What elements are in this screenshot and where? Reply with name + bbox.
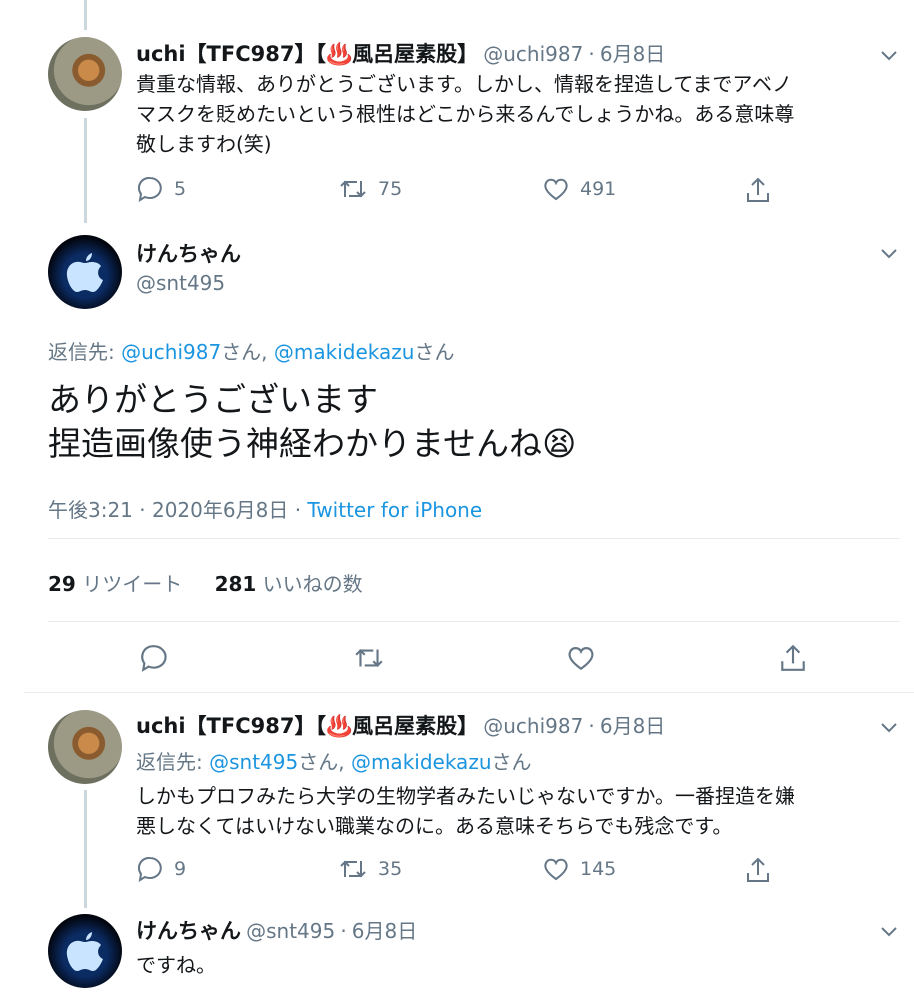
main-reply-user1-link[interactable]: @uchi987	[121, 340, 221, 364]
divider-main-bottom	[24, 692, 914, 693]
tweet3-separator: ·	[588, 714, 595, 738]
tweet1-header: uchi【TFC987】【♨️風呂屋素股】 @uchi987 · 6月8日	[136, 38, 665, 68]
tweet4-date[interactable]: 6月8日	[352, 919, 417, 943]
tweet3-reply-prefix: 返信先:	[136, 750, 203, 774]
tweet3-header: uchi【TFC987】【♨️風呂屋素股】 @uchi987 · 6月8日	[136, 710, 665, 740]
tweet3-reply-count: 9	[174, 858, 187, 880]
tweet3-reply-to: 返信先: @snt495さん, @makidekazuさん	[136, 746, 532, 775]
tweet3-text-line2: 悪しなくてはいけない職業なのに。ある意味そちらでも残念です。	[136, 814, 733, 838]
reply-icon	[138, 176, 162, 202]
main-reply-prefix: 返信先:	[48, 340, 115, 364]
avatar-kenchan-2[interactable]	[48, 914, 122, 988]
tweet3-retweet-count: 35	[378, 858, 403, 880]
tweet3-reply-san1: さん,	[298, 750, 345, 774]
tweet3-reply-user2-link[interactable]: @makidekazu	[351, 750, 492, 774]
main-text-line2: 捏造画像使う神経わかりませんね	[48, 424, 543, 463]
heart-icon	[544, 858, 568, 881]
tweet1-display-name[interactable]: uchi【TFC987】【♨️風呂屋素股】	[136, 42, 478, 66]
tweet1-handle[interactable]: @uchi987	[483, 42, 583, 66]
tweet1-chevron-down-icon[interactable]	[876, 42, 902, 68]
divider-stats	[48, 621, 900, 622]
reply-icon	[138, 856, 162, 882]
tweet1-text: 貴重な情報、ありがとうございます。しかし、情報を捏造してまでアベノ マスクを貶め…	[136, 69, 896, 159]
tweet3-text: しかもプロフみたら大学の生物学者みたいじゃないですか。一番捏造を嫌 悪しなくては…	[136, 781, 896, 841]
main-retweet-icon[interactable]	[353, 643, 385, 673]
main-meta: 午後3:21 · 2020年6月8日 · Twitter for iPhone	[48, 494, 482, 523]
main-retweet-stat[interactable]: 29 リツイート	[48, 572, 182, 596]
apple-logo-icon	[66, 932, 103, 971]
tweet1-date[interactable]: 6月8日	[600, 42, 665, 66]
main-like-stat[interactable]: 281 いいねの数	[215, 572, 363, 596]
main-reply-to: 返信先: @uchi987さん, @makidekazuさん	[48, 336, 454, 365]
main-like-count: 281	[214, 572, 257, 596]
retweet-icon-top[interactable]	[342, 0, 370, 4]
tweet3-retweet-button[interactable]: 35	[338, 855, 402, 883]
heart-icon	[544, 178, 568, 201]
tweet1-reply-button[interactable]: 5	[136, 175, 186, 203]
tweet4-header: けんちゃん @snt495 · 6月8日	[136, 915, 417, 945]
tweet3-reply-user1-link[interactable]: @snt495	[209, 750, 298, 774]
tweet3-date[interactable]: 6月8日	[600, 714, 665, 738]
tweet1-text-line2: マスクを貶めたいという根性はどこから来るんでしょうかね。ある意味尊	[136, 102, 795, 126]
tweet3-like-count: 145	[580, 858, 617, 880]
tweet3-chevron-down-icon[interactable]	[876, 714, 902, 740]
tweet1-text-line1: 貴重な情報、ありがとうございます。しかし、情報を捏造してまでアベノ	[136, 72, 792, 96]
thread-line-1	[84, 118, 87, 223]
main-client-link[interactable]: Twitter for iPhone	[307, 498, 482, 522]
main-chevron-down-icon[interactable]	[876, 240, 902, 266]
tweet1-separator: ·	[588, 42, 595, 66]
tweet4-display-name[interactable]: けんちゃん	[136, 919, 241, 943]
main-text-line2-wrap: 捏造画像使う神経わかりませんね😫	[48, 422, 576, 466]
main-retweet-count: 29	[48, 572, 76, 596]
reply-icon-top[interactable]	[138, 0, 166, 4]
main-stats: 29 リツイート 281 いいねの数	[48, 568, 363, 597]
avatar-uchi[interactable]	[48, 37, 122, 111]
retweet-icon	[340, 180, 366, 198]
tweet3-like-button[interactable]: 145	[542, 855, 616, 883]
tweet3-handle[interactable]: @uchi987	[483, 714, 583, 738]
share-icon-top[interactable]	[746, 0, 774, 4]
apple-logo-icon	[66, 253, 103, 292]
main-retweet-label: リツイート	[82, 572, 183, 596]
thread-line-3	[84, 790, 87, 908]
tweet1-share-icon[interactable]	[744, 176, 772, 204]
main-heart-icon[interactable]	[566, 643, 596, 673]
main-like-label: いいねの数	[262, 572, 363, 596]
divider-meta	[48, 538, 900, 539]
tweet3-display-name[interactable]: uchi【TFC987】【♨️風呂屋素股】	[136, 714, 478, 738]
tweet1-retweet-count: 75	[378, 178, 403, 200]
thread-line-top	[84, 0, 87, 30]
tweet4-separator: ·	[340, 919, 347, 943]
main-text: ありがとうございます 捏造画像使う神経わかりませんね😫	[48, 378, 576, 466]
tweet3-share-icon[interactable]	[744, 856, 772, 884]
like-icon-top[interactable]	[544, 0, 572, 4]
tweet3-reply-button[interactable]: 9	[136, 855, 186, 883]
tweet1-retweet-button[interactable]: 75	[338, 175, 402, 203]
main-timestamp[interactable]: 午後3:21 · 2020年6月8日 ·	[48, 498, 301, 522]
main-handle[interactable]: @snt495	[136, 271, 225, 295]
avatar-kenchan[interactable]	[48, 235, 122, 309]
main-reply-user2-link[interactable]: @makidekazu	[274, 340, 415, 364]
main-reply-san1: さん,	[221, 340, 268, 364]
main-display-name[interactable]: けんちゃん	[136, 238, 241, 268]
main-text-line1: ありがとうございます	[48, 380, 378, 419]
tweet3-text-line1: しかもプロフみたら大学の生物学者みたいじゃないですか。一番捏造を嫌	[136, 784, 795, 808]
main-share-icon[interactable]	[778, 643, 808, 673]
avatar-uchi-2[interactable]	[48, 710, 122, 784]
tweet4-chevron-down-icon[interactable]	[876, 918, 902, 944]
tweet4-handle[interactable]: @snt495	[246, 919, 335, 943]
tired-face-emoji: 😫	[542, 424, 577, 463]
main-reply-icon[interactable]	[139, 643, 169, 673]
retweet-icon	[340, 860, 366, 878]
tweet1-text-line3: 敬しますわ(笑)	[136, 132, 272, 156]
tweet4-text: ですね。	[136, 953, 216, 977]
tweet1-like-count: 491	[580, 178, 617, 200]
tweet1-reply-count: 5	[174, 178, 187, 200]
main-reply-san2: さん	[414, 340, 455, 364]
tweet3-reply-san2: さん	[491, 750, 532, 774]
tweet1-like-button[interactable]: 491	[542, 175, 616, 203]
